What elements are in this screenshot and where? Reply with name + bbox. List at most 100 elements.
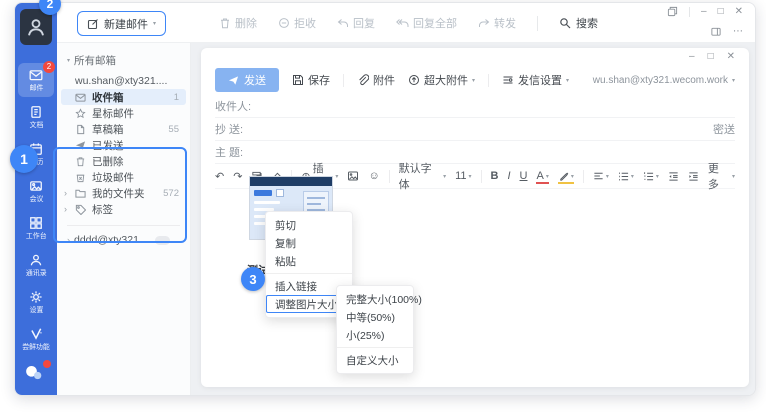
mail-icon xyxy=(29,68,43,82)
submenu-item-full-size[interactable]: 完整大小(100%) xyxy=(337,290,413,308)
chevron-down-icon: ▾ xyxy=(732,77,735,84)
search-button[interactable]: 搜索 xyxy=(559,15,598,31)
subject-field[interactable]: 主 题: xyxy=(215,141,735,164)
maximize-button[interactable]: □ xyxy=(708,51,714,62)
rail-item-meeting[interactable]: 会议 xyxy=(18,174,54,208)
chevron-down-icon: ▾ xyxy=(153,20,156,27)
more-format-button[interactable]: 更多▾ xyxy=(708,160,735,192)
document-icon xyxy=(29,105,43,119)
to-field[interactable]: 收件人: xyxy=(215,95,735,118)
send-button[interactable]: 发送 xyxy=(215,68,279,92)
app-window-controls: – □ ✕ xyxy=(667,6,743,17)
from-address-selector[interactable]: wu.shan@xty321.wecom.work ▾ xyxy=(593,75,735,86)
chevron-down-icon: ▾ xyxy=(546,173,549,180)
minimize-button[interactable]: – xyxy=(701,6,707,17)
folder-starred[interactable]: 星标邮件 xyxy=(61,105,186,121)
full-size-label: 完整大小(100%) xyxy=(346,292,422,307)
bullet-list-icon xyxy=(618,171,629,182)
emoji-button[interactable]: ☺ xyxy=(368,170,379,182)
thumbnail-button xyxy=(254,190,272,196)
redo-button[interactable]: ↷ xyxy=(233,170,242,183)
submenu-item-small[interactable]: 小(25%) xyxy=(337,326,413,344)
indent-increase-icon xyxy=(688,171,699,182)
close-button[interactable]: ✕ xyxy=(735,6,743,17)
rail-item-beta[interactable]: 尝鲜功能 xyxy=(18,322,54,356)
submenu-item-custom-size[interactable]: 自定义大小 xyxy=(337,351,413,369)
save-button[interactable]: 保存 xyxy=(292,72,330,88)
cc-field[interactable]: 抄 送: 密送 xyxy=(215,118,735,141)
save-icon xyxy=(292,74,304,86)
undo-button[interactable]: ↶ xyxy=(215,170,224,183)
font-color-button[interactable]: A▾ xyxy=(536,170,548,182)
bcc-toggle[interactable]: 密送 xyxy=(713,121,735,137)
chevron-down-icon: ▾ xyxy=(335,173,338,180)
rail-label: 工作台 xyxy=(26,232,47,239)
rail-item-settings[interactable]: 设置 xyxy=(18,285,54,319)
align-button[interactable]: ▾ xyxy=(593,171,609,182)
app-secondary-controls: ⋯ xyxy=(710,26,743,37)
image-size-submenu: 完整大小(100%) 中等(50%) 小(25%) 自定义大小 xyxy=(336,285,414,374)
rail-item-contacts[interactable]: 通讯录 xyxy=(18,248,54,282)
chevron-down-icon: ▾ xyxy=(571,173,574,180)
reply-icon xyxy=(337,17,349,29)
layout-panel-icon[interactable] xyxy=(710,26,722,37)
font-size-select[interactable]: 11▾ xyxy=(455,170,471,182)
reply-all-button[interactable]: 回复全部 xyxy=(396,15,457,31)
chevron-down-icon: ▾ xyxy=(631,173,634,180)
trash-icon xyxy=(219,17,231,29)
large-attachment-icon xyxy=(408,74,420,86)
unread-badge: 2 xyxy=(43,61,55,73)
rail-item-workbench[interactable]: 工作台 xyxy=(18,211,54,245)
folder-drafts[interactable]: 草稿箱 55 xyxy=(61,121,186,137)
to-label: 收件人: xyxy=(215,98,251,114)
rail-item-mail[interactable]: 邮件 2 xyxy=(18,63,54,97)
indent-decrease-icon xyxy=(668,171,679,182)
wecom-logo-icon xyxy=(23,363,45,383)
menu-item-copy[interactable]: 复制 xyxy=(266,234,352,252)
indent-increase-button[interactable] xyxy=(688,171,699,182)
rail-label: 会议 xyxy=(29,195,43,202)
folder-count: 1 xyxy=(174,92,186,103)
font-family-select[interactable]: 默认字体▾ xyxy=(399,160,446,192)
close-button[interactable]: ✕ xyxy=(727,51,735,62)
underline-button[interactable]: U xyxy=(520,170,528,182)
more-button[interactable]: ⋯ xyxy=(733,26,743,37)
account-name[interactable]: wu.shan@xty321.... xyxy=(57,68,190,89)
mailbox-group[interactable]: ▾ 所有邮箱 xyxy=(57,43,190,68)
numbered-list-button[interactable]: ▾ xyxy=(643,171,659,182)
rail-item-docs[interactable]: 文档 xyxy=(18,100,54,134)
large-attachment-button[interactable]: 超大附件 ▾ xyxy=(408,72,475,88)
insert-link-label: 插入链接 xyxy=(275,279,317,294)
highlight-color-button[interactable]: ▾ xyxy=(558,171,574,182)
menu-item-paste[interactable]: 粘贴 xyxy=(266,252,352,270)
new-mail-button[interactable]: 新建邮件 ▾ xyxy=(77,11,166,36)
submenu-item-medium[interactable]: 中等(50%) xyxy=(337,308,413,326)
meeting-icon xyxy=(29,179,43,193)
italic-button[interactable]: I xyxy=(507,170,510,182)
indent-decrease-button[interactable] xyxy=(668,171,679,182)
folder-inbox[interactable]: 收件箱 1 xyxy=(61,89,186,105)
search-label: 搜索 xyxy=(576,15,598,31)
copy-label: 复制 xyxy=(275,236,296,251)
delete-button[interactable]: 删除 xyxy=(219,15,257,31)
attachment-button[interactable]: 附件 xyxy=(357,72,395,88)
bold-button[interactable]: B xyxy=(491,170,499,182)
maximize-button[interactable]: □ xyxy=(718,6,724,17)
reply-button[interactable]: 回复 xyxy=(337,15,375,31)
compose-toolbar: 发送 保存 附件 超大附件 ▾ xyxy=(215,65,735,95)
annotation-box-1 xyxy=(53,147,187,243)
search-icon xyxy=(559,17,571,29)
restore-icon[interactable] xyxy=(667,6,678,17)
minimize-button[interactable]: – xyxy=(689,51,695,62)
reject-button[interactable]: 拒收 xyxy=(278,15,316,31)
insert-image-button[interactable] xyxy=(347,170,359,182)
align-left-icon xyxy=(593,171,604,182)
large-attachment-label: 超大附件 xyxy=(424,72,468,88)
bullet-list-button[interactable]: ▾ xyxy=(618,171,634,182)
forward-button[interactable]: 转发 xyxy=(478,15,516,31)
compose-window-controls: – □ ✕ xyxy=(689,51,735,62)
menu-item-cut[interactable]: 剪切 xyxy=(266,216,352,234)
controls-separator xyxy=(689,7,690,17)
wecom-logo[interactable] xyxy=(23,363,49,387)
send-settings-button[interactable]: 发信设置 ▾ xyxy=(502,72,569,88)
